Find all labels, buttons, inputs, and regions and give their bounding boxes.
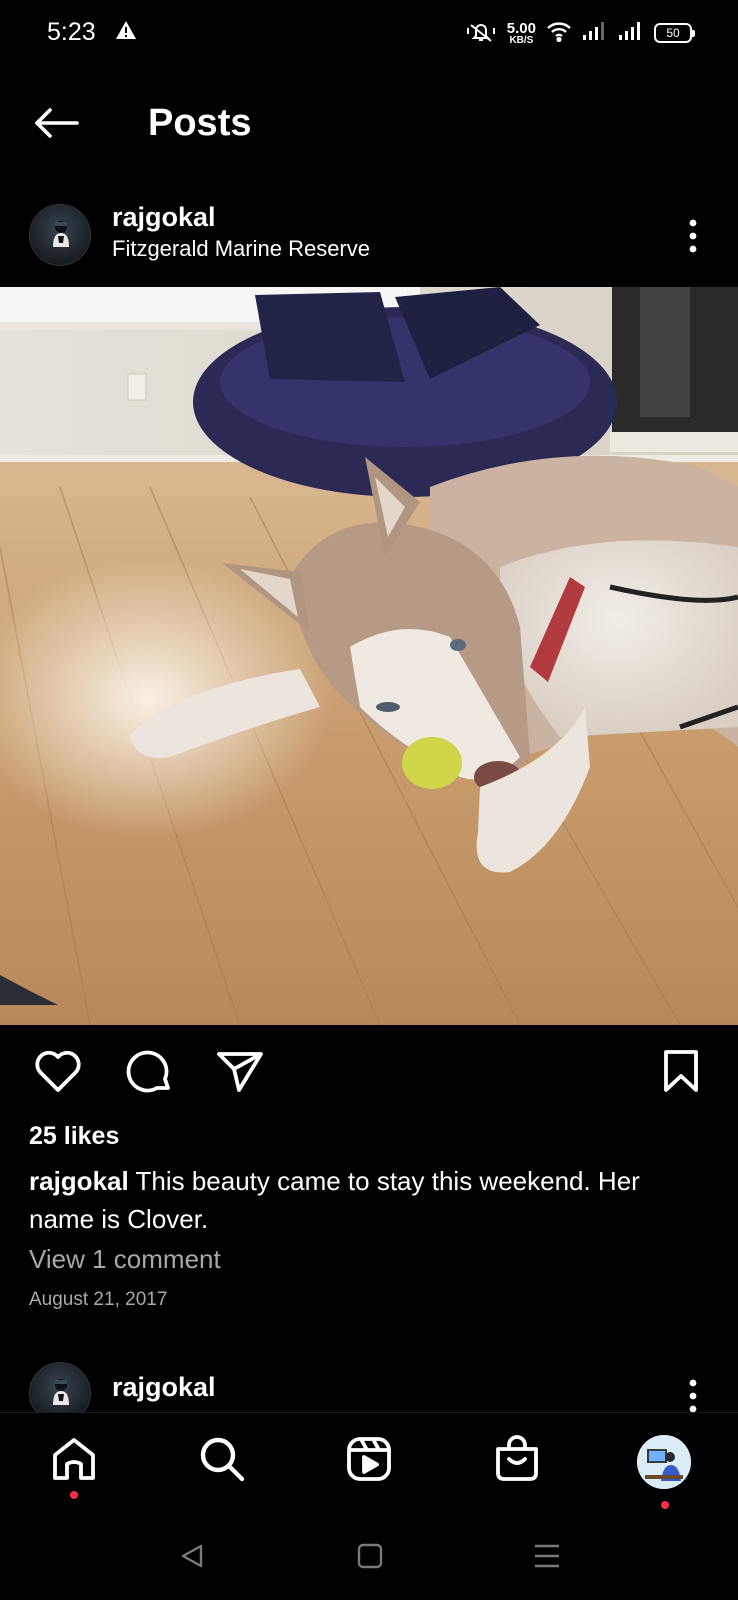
likes-count[interactable]: 25 likes: [29, 1122, 119, 1151]
post-actions: [0, 1048, 738, 1102]
system-menu-icon[interactable]: [533, 1542, 561, 1575]
nav-shop-icon[interactable]: [493, 1435, 541, 1488]
next-post-author-avatar[interactable]: [29, 1362, 91, 1412]
warning-icon: [115, 20, 137, 45]
share-send-icon[interactable]: [215, 1048, 265, 1099]
nav-reels-icon[interactable]: [345, 1435, 393, 1488]
status-icons: 5.00 KB/S 50: [465, 18, 695, 48]
save-bookmark-icon[interactable]: [660, 1048, 702, 1099]
bottom-navigation: [0, 1412, 738, 1522]
post-header: rajgokal Fitzgerald Marine Reserve: [0, 196, 738, 276]
network-speed-unit: KB/S: [509, 34, 534, 46]
wifi-icon: [546, 20, 572, 47]
network-speed-value: 5.00: [506, 19, 536, 37]
post-author-username[interactable]: rajgokal: [112, 202, 216, 233]
status-bar: 5:23 5.00 KB/S 50: [0, 0, 738, 66]
nav-profile-avatar[interactable]: [637, 1435, 691, 1489]
nav-home-icon[interactable]: [50, 1435, 98, 1488]
caption-username[interactable]: rajgokal: [29, 1166, 129, 1196]
vibrate-mute-icon: [465, 19, 497, 48]
profile-notification-dot: [661, 1501, 669, 1509]
next-post-username[interactable]: rajgokal: [112, 1372, 216, 1403]
top-header: Posts: [0, 90, 738, 156]
more-options-icon[interactable]: [688, 218, 698, 259]
home-notification-dot: [70, 1491, 78, 1499]
post-location[interactable]: Fitzgerald Marine Reserve: [112, 236, 370, 262]
battery-level: 50: [666, 26, 680, 40]
next-post-more-options-icon[interactable]: [688, 1378, 698, 1412]
post-photo[interactable]: [0, 287, 738, 1025]
next-post-header: rajgokal: [0, 1362, 738, 1412]
system-home-icon[interactable]: [356, 1542, 384, 1575]
post-caption: rajgokal This beauty came to stay this w…: [29, 1162, 709, 1238]
nav-search-icon[interactable]: [198, 1435, 246, 1488]
post-author-avatar[interactable]: [29, 204, 91, 266]
signal-icon-1: [582, 20, 608, 47]
battery-icon: 50: [654, 23, 695, 43]
comment-bubble-icon[interactable]: [124, 1048, 174, 1103]
signal-icon-2: [618, 20, 644, 47]
system-navigation: [0, 1522, 738, 1600]
view-comments-link[interactable]: View 1 comment: [29, 1244, 221, 1275]
like-heart-icon[interactable]: [33, 1048, 83, 1099]
page-title: Posts: [148, 102, 252, 144]
post-date: August 21, 2017: [29, 1289, 168, 1310]
status-time: 5:23: [47, 18, 96, 46]
system-back-icon[interactable]: [178, 1542, 206, 1575]
network-speed: 5.00 KB/S: [507, 21, 536, 46]
back-arrow-icon[interactable]: [33, 106, 81, 145]
